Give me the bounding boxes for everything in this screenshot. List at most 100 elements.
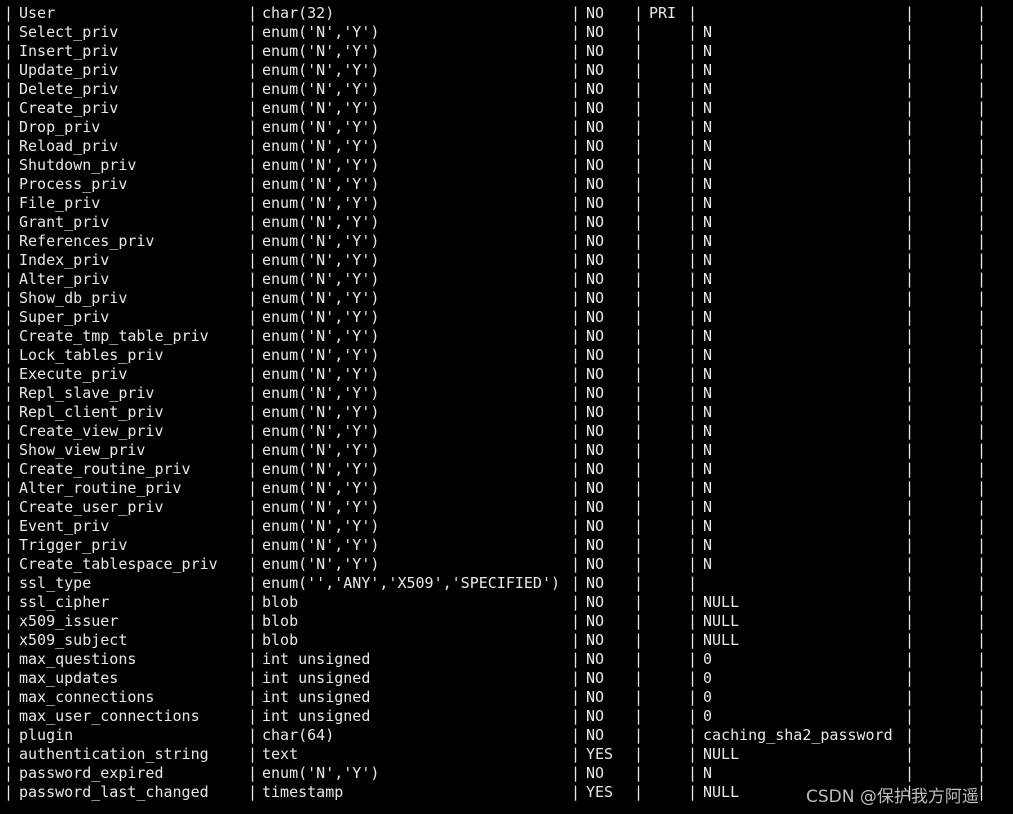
column-separator: | bbox=[905, 631, 915, 649]
column-separator: | bbox=[4, 403, 14, 421]
column-separator: | bbox=[905, 593, 915, 611]
column-separator: | bbox=[571, 783, 581, 801]
column-separator: | bbox=[905, 612, 915, 630]
column-separator: | bbox=[571, 669, 581, 687]
cell-null: NO bbox=[586, 631, 605, 649]
column-separator: | bbox=[4, 251, 14, 269]
column-separator: | bbox=[571, 61, 581, 79]
column-separator: | bbox=[4, 498, 14, 516]
cell-type: enum('N','Y') bbox=[262, 156, 380, 174]
cell-type: char(64) bbox=[262, 726, 335, 744]
table-row: | | | | | | | Show_db_priv enum('N','Y') NO N bbox=[0, 289, 1013, 308]
cell-default: caching_sha2_password bbox=[703, 726, 893, 744]
cell-default: N bbox=[703, 289, 713, 307]
column-separator: | bbox=[571, 270, 581, 288]
cell-type: enum('N','Y') bbox=[262, 555, 380, 573]
column-separator: | bbox=[905, 80, 915, 98]
column-separator: | bbox=[688, 156, 698, 174]
table-row: | | | | | | | Create_tablespace_priv enum('N','Y… bbox=[0, 555, 1013, 574]
cell-null: NO bbox=[586, 99, 605, 117]
column-separator: | bbox=[688, 517, 698, 535]
table-row: | | | | | | | Repl_slave_priv enum('N','Y') NO N bbox=[0, 384, 1013, 403]
column-separator: | bbox=[248, 517, 258, 535]
cell-null: NO bbox=[586, 308, 605, 326]
column-separator: | bbox=[905, 441, 915, 459]
column-separator: | bbox=[905, 346, 915, 364]
column-separator: | bbox=[248, 175, 258, 193]
cell-default: N bbox=[703, 80, 713, 98]
column-separator: | bbox=[571, 213, 581, 231]
cell-type: enum('','ANY','X509','SPECIFIED') bbox=[262, 574, 561, 592]
cell-null: NO bbox=[586, 213, 605, 231]
column-separator: | bbox=[248, 42, 258, 60]
column-separator: | bbox=[4, 289, 14, 307]
column-separator: | bbox=[571, 308, 581, 326]
cell-field: Alter_routine_priv bbox=[19, 479, 182, 497]
column-separator: | bbox=[571, 23, 581, 41]
column-separator: | bbox=[571, 441, 581, 459]
column-separator: | bbox=[248, 308, 258, 326]
column-separator: | bbox=[248, 232, 258, 250]
column-separator: | bbox=[4, 99, 14, 117]
cell-null: NO bbox=[586, 612, 605, 630]
cell-field: Super_priv bbox=[19, 308, 110, 326]
column-separator: | bbox=[977, 80, 987, 98]
column-separator: | bbox=[4, 669, 14, 687]
cell-null: NO bbox=[586, 346, 605, 364]
cell-default: 0 bbox=[703, 688, 713, 706]
cell-null: NO bbox=[586, 764, 605, 782]
column-separator: | bbox=[688, 327, 698, 345]
column-separator: | bbox=[4, 137, 14, 155]
column-separator: | bbox=[248, 4, 258, 22]
column-separator: | bbox=[905, 707, 915, 725]
cell-type: enum('N','Y') bbox=[262, 422, 380, 440]
column-separator: | bbox=[688, 194, 698, 212]
cell-field: authentication_string bbox=[19, 745, 209, 763]
column-separator: | bbox=[248, 365, 258, 383]
column-separator: | bbox=[571, 118, 581, 136]
table-row: | | | | | | | max_user_connections int unsigned N… bbox=[0, 707, 1013, 726]
column-separator: | bbox=[905, 270, 915, 288]
cell-default: N bbox=[703, 536, 713, 554]
cell-default: N bbox=[703, 213, 713, 231]
column-separator: | bbox=[634, 61, 644, 79]
column-separator: | bbox=[905, 232, 915, 250]
column-separator: | bbox=[4, 327, 14, 345]
cell-field: Event_priv bbox=[19, 517, 110, 535]
cell-null: NO bbox=[586, 137, 605, 155]
cell-field: Process_priv bbox=[19, 175, 128, 193]
column-separator: | bbox=[4, 384, 14, 402]
column-separator: | bbox=[248, 460, 258, 478]
table-row: | | | | | | | Reload_priv enum('N','Y') NO N bbox=[0, 137, 1013, 156]
column-separator: | bbox=[688, 460, 698, 478]
column-separator: | bbox=[4, 460, 14, 478]
column-separator: | bbox=[4, 745, 14, 763]
column-separator: | bbox=[4, 517, 14, 535]
cell-type: timestamp bbox=[262, 783, 344, 801]
column-separator: | bbox=[248, 99, 258, 117]
column-separator: | bbox=[688, 384, 698, 402]
column-separator: | bbox=[571, 612, 581, 630]
column-separator: | bbox=[634, 612, 644, 630]
column-separator: | bbox=[977, 251, 987, 269]
column-separator: | bbox=[571, 479, 581, 497]
column-separator: | bbox=[977, 327, 987, 345]
cell-null: NO bbox=[586, 327, 605, 345]
cell-type: enum('N','Y') bbox=[262, 61, 380, 79]
column-separator: | bbox=[4, 61, 14, 79]
column-separator: | bbox=[571, 555, 581, 573]
watermark: CSDN @保护我方阿遥 bbox=[806, 787, 979, 807]
column-separator: | bbox=[571, 42, 581, 60]
table-row: | | | | | | | Create_priv enum('N','Y') NO N bbox=[0, 99, 1013, 118]
cell-default: N bbox=[703, 327, 713, 345]
column-separator: | bbox=[4, 156, 14, 174]
cell-field: Create_priv bbox=[19, 99, 119, 117]
cell-null: NO bbox=[586, 650, 605, 668]
column-separator: | bbox=[4, 555, 14, 573]
cell-type: enum('N','Y') bbox=[262, 289, 380, 307]
column-separator: | bbox=[4, 707, 14, 725]
cell-null: NO bbox=[586, 42, 605, 60]
column-separator: | bbox=[977, 669, 987, 687]
table-row: | | | | | | | authentication_string text YES NULL bbox=[0, 745, 1013, 764]
cell-field: Insert_priv bbox=[19, 42, 119, 60]
